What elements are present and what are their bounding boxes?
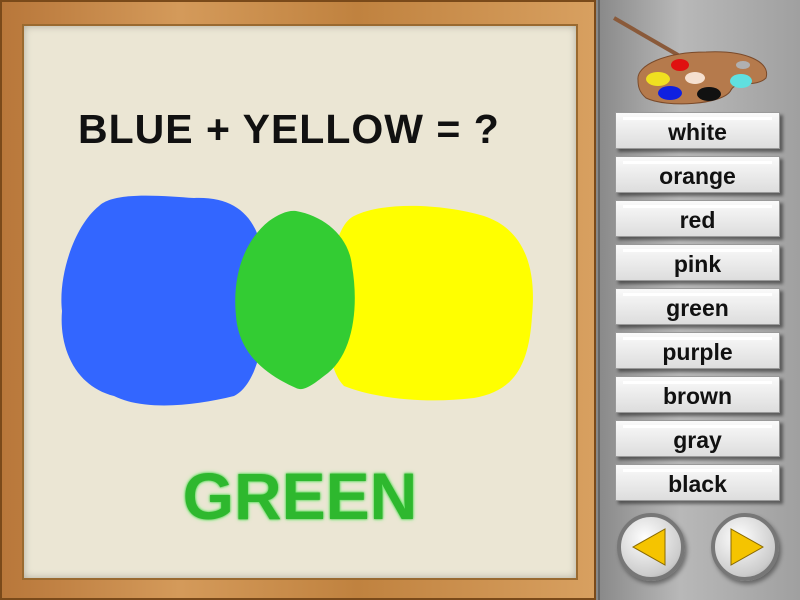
question-text: BLUE + YELLOW = ? bbox=[78, 106, 500, 152]
paint-palette-icon bbox=[612, 16, 768, 105]
side-panel: white orange red pink green purple brown gray bl… bbox=[598, 0, 800, 600]
choice-button-brown[interactable]: brown bbox=[615, 376, 780, 413]
choice-button-green[interactable]: green bbox=[615, 288, 780, 325]
choice-button-red[interactable]: red bbox=[615, 200, 780, 237]
answer-text: GREEN bbox=[182, 459, 418, 533]
board: BLUE + YELLOW = ? GREEN bbox=[22, 24, 578, 580]
prev-button[interactable] bbox=[617, 513, 685, 581]
arrow-left-icon bbox=[631, 528, 666, 566]
yellow-blob bbox=[327, 205, 533, 401]
choice-button-pink[interactable]: pink bbox=[615, 244, 780, 281]
choice-button-purple[interactable]: purple bbox=[615, 332, 780, 369]
blue-blob bbox=[61, 195, 265, 406]
choice-button-gray[interactable]: gray bbox=[615, 420, 780, 457]
wooden-frame: BLUE + YELLOW = ? GREEN bbox=[0, 0, 596, 600]
choice-button-black[interactable]: black bbox=[615, 464, 780, 501]
arrow-right-icon bbox=[730, 528, 765, 566]
choice-button-orange[interactable]: orange bbox=[615, 156, 780, 193]
choice-button-white[interactable]: white bbox=[615, 112, 780, 149]
next-button[interactable] bbox=[711, 513, 779, 581]
